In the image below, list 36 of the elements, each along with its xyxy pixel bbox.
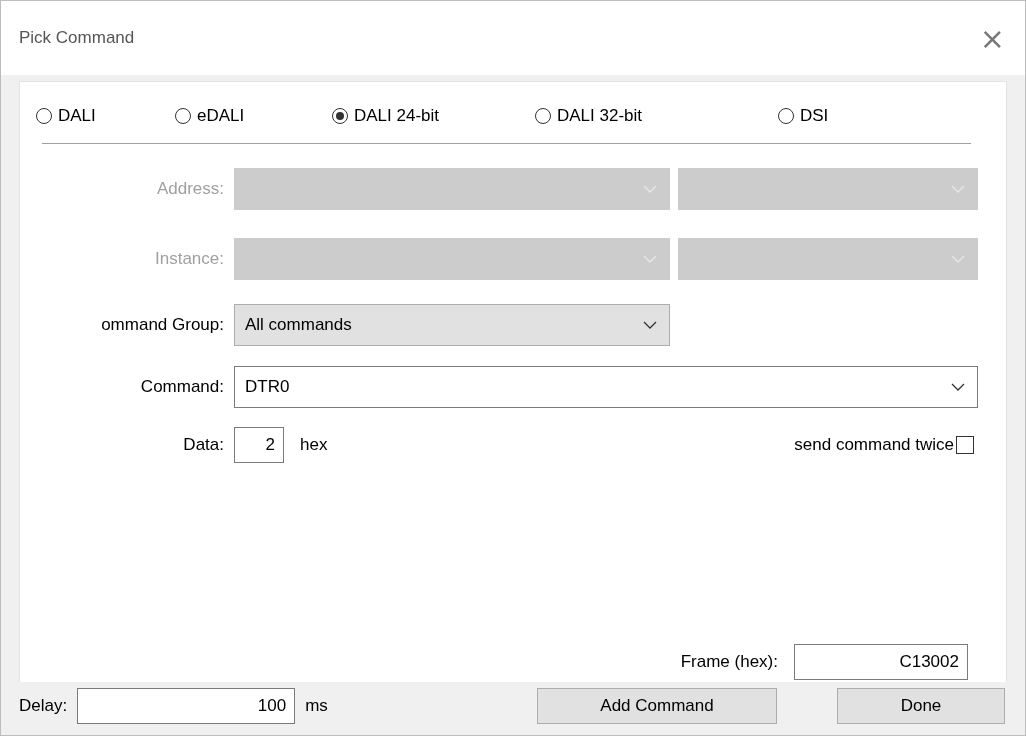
delay-input[interactable]: 100	[77, 688, 296, 724]
field-label: Frame (hex):	[680, 652, 778, 672]
radio-button[interactable]	[332, 108, 348, 125]
field-label: Data:	[182, 435, 224, 455]
radio-button[interactable]	[175, 108, 191, 125]
field-label: Command:	[139, 377, 224, 397]
field-label: Delay:	[19, 696, 68, 716]
radio-label[interactable]: DALI 32-bit	[557, 106, 643, 127]
window-title: Pick Command	[19, 28, 135, 48]
unit-label: ms	[305, 696, 328, 716]
chevron-down-icon	[643, 255, 657, 263]
frame-input[interactable]: C13002	[794, 644, 968, 680]
chevron-down-icon	[951, 383, 965, 391]
data-input[interactable]: 2	[234, 427, 284, 463]
radio-button[interactable]	[36, 108, 52, 125]
add-command-button[interactable]: Add Command	[537, 688, 777, 724]
chevron-down-icon	[643, 321, 657, 329]
field-label: Instance:	[154, 249, 224, 269]
radio-label[interactable]: DSI	[800, 106, 829, 127]
chevron-down-icon	[951, 255, 965, 263]
radio-label[interactable]: DALI 24-bit	[354, 106, 440, 127]
radio-label[interactable]: DALI	[58, 106, 96, 127]
done-button[interactable]: Done	[837, 688, 1005, 724]
close-button[interactable]: ×	[971, 20, 1013, 56]
command-group-dropdown[interactable]: All commands	[234, 304, 670, 346]
radio-label[interactable]: eDALI	[197, 106, 245, 127]
unit-label: hex	[300, 435, 328, 455]
radio-button[interactable]	[778, 108, 794, 125]
field-label: Address:	[155, 179, 224, 199]
radio-button[interactable]	[535, 108, 551, 125]
send-twice-checkbox[interactable]	[956, 436, 974, 454]
checkbox-label: send command twice	[794, 435, 954, 455]
chevron-down-icon	[951, 185, 965, 193]
field-label: ommand Group:	[100, 315, 224, 335]
command-dropdown[interactable]: DTR0	[234, 366, 978, 408]
chevron-down-icon	[643, 185, 657, 193]
